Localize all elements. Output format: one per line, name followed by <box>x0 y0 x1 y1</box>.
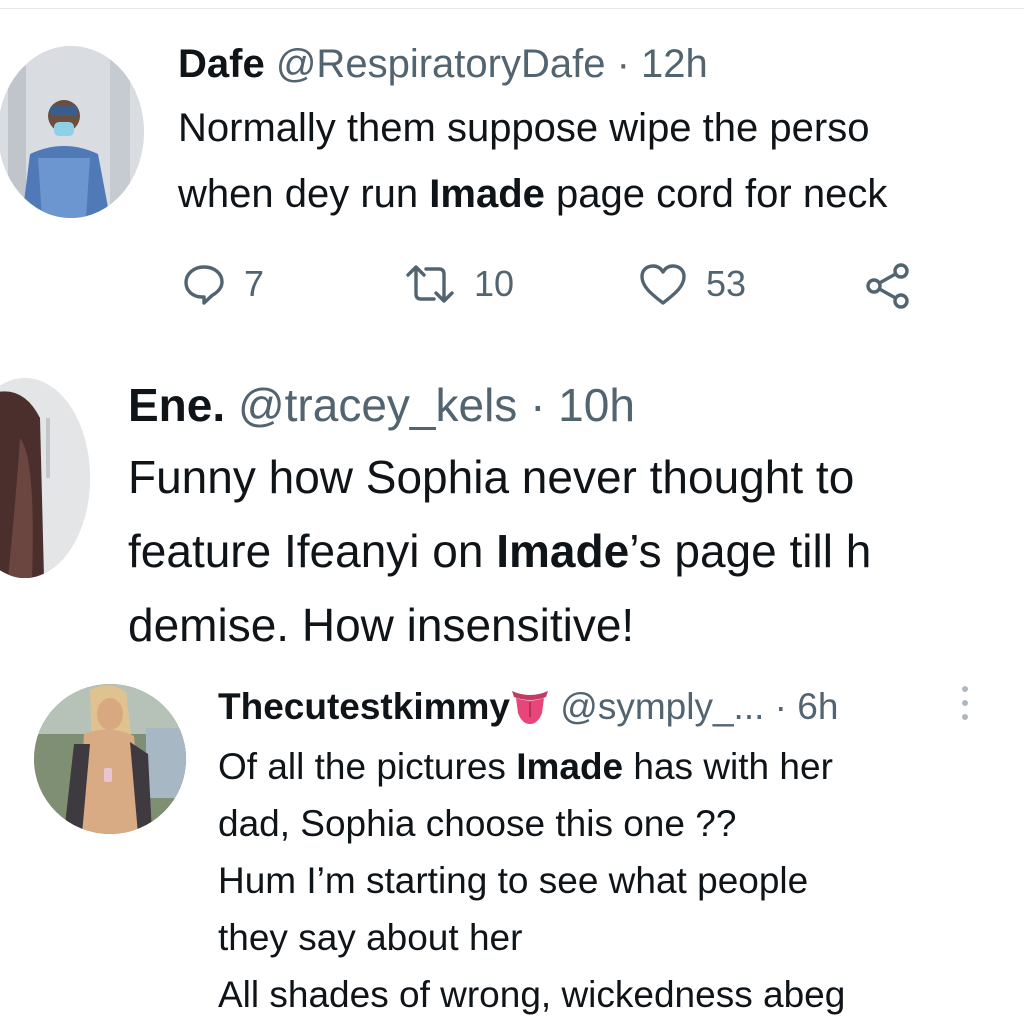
share-button[interactable] <box>864 262 912 310</box>
text-segment: has with her <box>623 746 833 787</box>
retweet-button[interactable]: 10 <box>404 262 514 306</box>
timestamp[interactable]: · 6h <box>775 686 839 727</box>
avatar-photo-kimmy <box>34 684 186 834</box>
text-segment: Normally them suppose wipe the perso <box>178 106 870 150</box>
reply-icon <box>184 265 224 305</box>
tweet-header: Thecutestkimmy @symply_... · 6h <box>218 686 838 728</box>
text-segment: page cord for neck <box>544 172 888 216</box>
avatar-thecutestkimmy[interactable] <box>34 684 186 834</box>
text-segment: when dey run <box>178 172 430 216</box>
tweet-thread-screenshot: Dafe @RespiratoryDafe · 12h Normally the… <box>0 0 1024 1024</box>
author-handle[interactable]: @RespiratoryDafe <box>276 42 606 86</box>
tweet-header: Ene. @tracey_kels · 10h <box>128 378 635 432</box>
tweet-text-line: demise. How insensitive! <box>128 598 634 652</box>
text-segment: All shades of wrong, wickedness abeg <box>218 974 846 1015</box>
tweet-text-line: All shades of wrong, wickedness abeg <box>218 974 845 1016</box>
text-segment: Funny how Sophia never thought to <box>128 451 855 503</box>
share-icon <box>866 263 909 309</box>
tweet-text-line: dad, Sophia choose this one ?? <box>218 803 736 845</box>
highlighted-keyword: Imade <box>516 746 624 787</box>
timestamp[interactable]: · 10h <box>530 379 635 431</box>
like-count: 53 <box>706 263 747 304</box>
tweet-text-line: Hum I’m starting to see what people <box>218 860 808 902</box>
like-button[interactable]: 53 <box>638 262 746 306</box>
author-handle[interactable]: @symply_... <box>560 686 764 727</box>
tweet-text-line: feature Ifeanyi on Imade’s page till h <box>128 524 871 578</box>
avatar-dafe[interactable] <box>0 46 144 218</box>
reply-count: 7 <box>244 263 265 304</box>
timestamp[interactable]: · 12h <box>617 42 708 86</box>
more-options-icon[interactable] <box>958 684 972 724</box>
avatar-photo-dafe <box>0 46 144 218</box>
tweet-text-line: Funny how Sophia never thought to <box>128 450 854 504</box>
highlighted-keyword: Imade <box>429 172 545 216</box>
author-name[interactable]: Ene. <box>128 379 225 431</box>
text-segment: Hum I’m starting to see what people <box>218 860 809 901</box>
tongue-emoji-icon <box>512 691 548 724</box>
tweet-text-line: they say about her <box>218 917 522 959</box>
tweet-text-line: when dey run Imade page cord for neck <box>178 172 887 217</box>
text-segment: feature Ifeanyi on <box>128 525 497 577</box>
divider <box>0 8 1024 9</box>
text-segment: ’s page till h <box>629 525 872 577</box>
tweet-header: Dafe @RespiratoryDafe · 12h <box>178 42 708 87</box>
text-segment: demise. How insensitive! <box>128 599 635 651</box>
tweet-actions: 7 10 53 <box>182 262 942 310</box>
reply-button[interactable]: 7 <box>182 262 264 306</box>
avatar-photo-ene <box>0 378 90 578</box>
retweet-count: 10 <box>474 263 515 304</box>
author-name[interactable]: Dafe <box>178 42 265 86</box>
text-segment: dad, Sophia choose this one ?? <box>218 803 737 844</box>
author-name[interactable]: Thecutestkimmy <box>218 686 510 727</box>
tweet-text-line: Of all the pictures Imade has with her <box>218 746 833 788</box>
retweet-icon <box>406 265 454 303</box>
avatar-ene[interactable] <box>0 378 90 578</box>
text-segment: Of all the pictures <box>218 746 517 787</box>
text-segment: they say about her <box>218 917 523 958</box>
highlighted-keyword: Imade <box>496 525 630 577</box>
author-handle[interactable]: @tracey_kels <box>238 379 517 431</box>
tweet-text-line: Normally them suppose wipe the perso <box>178 106 869 151</box>
heart-icon <box>640 264 686 305</box>
